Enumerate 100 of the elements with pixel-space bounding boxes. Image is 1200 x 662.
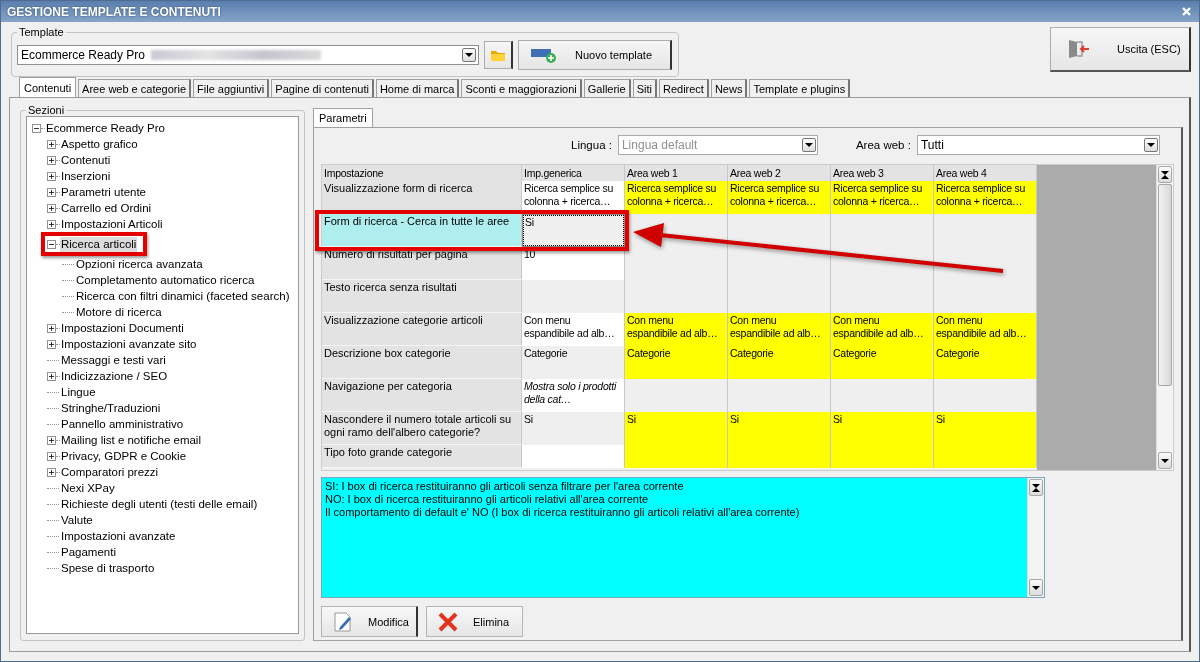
tree-item[interactable]: Ricerca articoli [60,236,138,252]
tree-item[interactable]: Impostazioni Articoli [60,216,164,232]
expander-icon[interactable] [47,371,56,381]
table-cell[interactable]: Si [625,412,728,445]
tab[interactable]: Redirect [658,79,709,97]
folder-button[interactable] [484,41,513,69]
row-label[interactable]: Visualizzazione categorie articoli [322,313,522,346]
tab[interactable]: Pagine di contenuti [271,79,374,97]
tree-item[interactable]: Pagamenti [60,544,117,560]
dropdown-button[interactable] [1143,138,1158,152]
tree-item[interactable]: Indicizzazione / SEO [60,368,169,384]
tree-item[interactable]: Lingue [60,384,97,400]
expander-icon[interactable] [47,219,56,229]
expander-icon[interactable] [47,435,56,445]
tab[interactable]: Siti [632,79,657,97]
expander-icon[interactable] [47,323,56,333]
expander-icon[interactable] [32,123,41,133]
row-label[interactable]: Form di ricerca - Cerca in tutte le aree [322,214,522,247]
row-label[interactable]: Descrizione box categorie [322,346,522,379]
tab[interactable]: Template e plugins [749,79,851,97]
tree-item[interactable]: Carrello ed Ordini [60,200,153,216]
tree-item[interactable]: Ricerca con filtri dinamici (faceted search) [75,288,291,304]
scroll-up-button[interactable] [1158,166,1172,183]
tree-item[interactable]: Ecommerce Ready Pro [45,120,166,136]
tree-item[interactable]: Aspetto grafico [60,136,139,152]
tree-item[interactable]: Nexi XPay [60,480,116,496]
table-cell[interactable]: Si [522,412,625,445]
scrollbar[interactable] [1156,165,1173,470]
scroll-up-button[interactable] [1029,479,1043,496]
tree-item[interactable]: Privacy, GDPR e Cookie [60,448,188,464]
tree-item[interactable]: Contenuti [60,152,112,168]
table-cell[interactable] [934,445,1037,468]
expander-icon[interactable] [47,339,56,349]
tab[interactable]: Sconti e maggiorazioni [461,79,582,97]
tree-item[interactable]: Valute [60,512,94,528]
expander-icon[interactable] [47,203,56,213]
tree-item[interactable]: Richieste degli utenti (testi delle email) [60,496,259,512]
tree-item[interactable]: Impostazioni avanzate [60,528,177,544]
table-cell[interactable]: Categorie [934,346,1037,379]
tab[interactable]: Home di marca [375,79,460,97]
table-cell[interactable]: Ricerca semplice su colonna + ricerca… [934,181,1037,214]
table-cell[interactable] [625,445,728,468]
table-cell[interactable] [831,445,934,468]
dropdown-button[interactable] [462,48,476,62]
scroll-thumb[interactable] [1158,184,1172,386]
edit-button[interactable]: Modifica [321,606,418,637]
tree-item[interactable]: Pannello amministrativo [60,416,185,432]
tree-item[interactable]: Comparatori prezzi [60,464,160,480]
new-template-button[interactable]: Nuovo template [518,40,672,70]
expander-icon[interactable] [47,451,56,461]
tab[interactable]: News [710,79,748,97]
expander-icon[interactable] [47,139,56,149]
scrollbar[interactable] [1027,478,1044,597]
area-dropdown[interactable]: Tutti [916,135,1160,155]
table-cell[interactable]: Con menu espandibile ad alb… [522,313,625,346]
template-dropdown[interactable]: Ecommerce Ready Pro [17,45,479,65]
tab[interactable]: Gallerie [583,79,631,97]
expander-icon[interactable] [47,187,56,197]
table-cell[interactable]: Mostra solo i prodotti della cat… [522,379,625,412]
tree-item[interactable]: Impostazioni Documenti [60,320,185,336]
tree-item[interactable]: Inserzioni [60,168,112,184]
tree-item[interactable]: Messaggi e testi vari [60,352,167,368]
tree-item[interactable]: Impostazioni avanzate sito [60,336,198,352]
table-cell[interactable]: Con menu espandibile ad alb… [831,313,934,346]
table-cell[interactable] [728,445,831,468]
tree-item[interactable]: Mailing list e notifiche email [60,432,202,448]
row-label[interactable]: Nascondere il numero totale articoli su ogni ramo dell'albero categorie? [322,412,522,445]
row-label[interactable]: Tipo foto grande categorie [322,445,522,468]
table-cell[interactable]: Ricerca semplice su colonna + ricerca… [831,181,934,214]
table-cell[interactable]: Con menu espandibile ad alb… [934,313,1037,346]
tree-item[interactable]: Stringhe/Traduzioni [60,400,162,416]
delete-button[interactable]: Elimina [426,606,523,637]
scroll-down-button[interactable] [1029,579,1043,596]
tree-item[interactable]: Spese di trasporto [60,560,156,576]
expander-icon[interactable] [47,239,56,249]
table-cell[interactable] [522,445,625,468]
table-cell[interactable]: Si [728,412,831,445]
tab[interactable]: File aggiuntivi [193,79,270,97]
table-cell[interactable]: Categorie [625,346,728,379]
table-cell[interactable]: Categorie [831,346,934,379]
expander-icon[interactable] [47,155,56,165]
table-cell[interactable]: Si [831,412,934,445]
table-cell[interactable]: Si [934,412,1037,445]
exit-button[interactable]: Uscita (ESC) [1050,27,1191,72]
tab[interactable]: Aree web e categorie [78,79,192,97]
tree-item[interactable]: Opzioni ricerca avanzata [75,256,204,272]
table-cell[interactable]: Categorie [728,346,831,379]
table-cell[interactable]: Ricerca semplice su colonna + ricerca… [625,181,728,214]
tab[interactable]: Contenuti [19,77,77,97]
table-cell[interactable]: Con menu espandibile ad alb… [728,313,831,346]
tree-item[interactable]: Completamento automatico ricerca [75,272,256,288]
tab[interactable]: Parametri [313,108,373,127]
scroll-down-button[interactable] [1158,452,1172,469]
tree-item[interactable]: Parametri utente [60,184,147,200]
table-cell[interactable]: Categorie [522,346,625,379]
table-cell[interactable]: Si [522,214,625,247]
row-label[interactable]: Testo ricerca senza risultati [322,280,522,313]
row-label[interactable]: Navigazione per categoria [322,379,522,412]
tree-item[interactable]: Motore di ricerca [75,304,163,320]
expander-icon[interactable] [47,467,56,477]
